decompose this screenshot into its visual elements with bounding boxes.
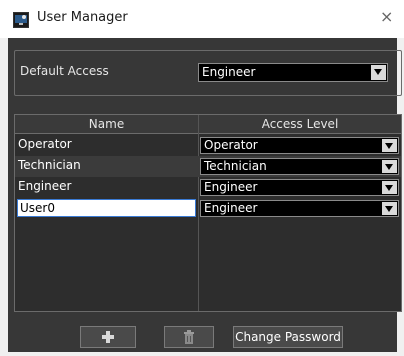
table-row[interactable]: Engineer Engineer xyxy=(15,177,401,198)
window-title: User Manager xyxy=(37,10,128,25)
trash-icon xyxy=(184,330,194,344)
access-level-value: Technician xyxy=(204,159,267,173)
app-icon xyxy=(13,12,29,28)
table-row[interactable]: Operator Operator xyxy=(15,135,401,156)
dropdown-arrow-icon[interactable] xyxy=(382,139,397,152)
add-user-button[interactable] xyxy=(80,326,136,348)
default-access-label: Default Access xyxy=(20,64,109,78)
dropdown-arrow-icon[interactable] xyxy=(382,202,397,215)
close-icon[interactable]: × xyxy=(380,8,393,26)
change-password-button[interactable]: Change Password xyxy=(233,326,343,348)
user-name-cell[interactable]: Technician xyxy=(18,158,81,172)
access-level-select[interactable]: Operator xyxy=(200,137,399,154)
access-level-value: Operator xyxy=(204,138,258,152)
delete-user-button[interactable] xyxy=(164,326,214,348)
plus-icon xyxy=(102,331,114,343)
access-level-select[interactable]: Engineer xyxy=(200,200,399,217)
column-header-name[interactable]: Name xyxy=(15,115,198,134)
user-table: Name Access Level Operator Operator Tech… xyxy=(14,114,402,312)
access-level-select[interactable]: Technician xyxy=(200,158,399,175)
user-name-cell[interactable]: Operator xyxy=(18,137,72,151)
column-header-access-level[interactable]: Access Level xyxy=(199,115,401,134)
access-level-value: Engineer xyxy=(204,180,258,194)
table-row[interactable]: User0 Engineer xyxy=(15,198,401,219)
access-level-value: Engineer xyxy=(204,201,258,215)
user-manager-window: User Manager × Default Access Engineer N… xyxy=(0,0,404,356)
default-access-value: Engineer xyxy=(202,65,256,79)
access-level-select[interactable]: Engineer xyxy=(200,179,399,196)
user-name-cell[interactable]: Engineer xyxy=(18,179,71,193)
default-access-select[interactable]: Engineer xyxy=(198,63,388,82)
table-row[interactable]: Technician Technician xyxy=(15,156,401,177)
title-bar: User Manager × xyxy=(0,0,404,38)
dropdown-arrow-icon[interactable] xyxy=(371,65,386,80)
dropdown-arrow-icon[interactable] xyxy=(382,181,397,194)
user-name-input[interactable]: User0 xyxy=(17,199,196,217)
dropdown-arrow-icon[interactable] xyxy=(382,160,397,173)
